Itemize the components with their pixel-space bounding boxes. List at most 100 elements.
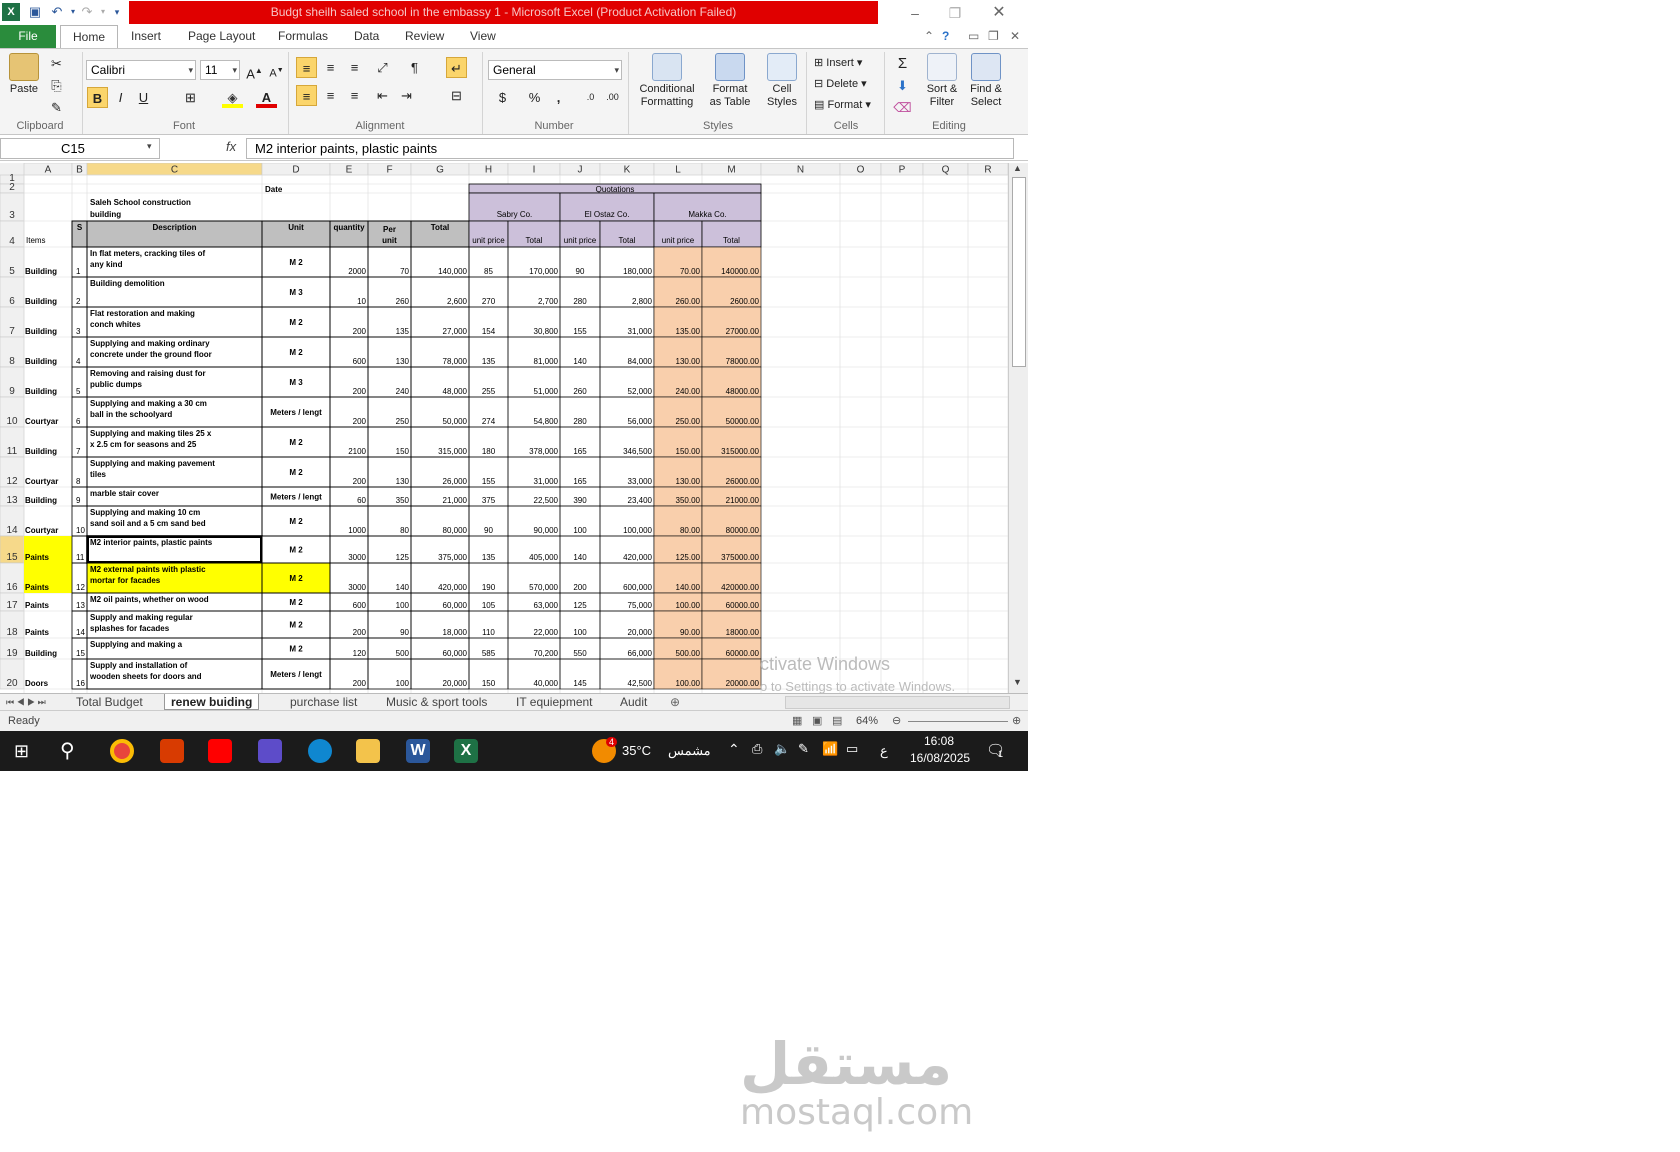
name-box-dropdown-icon[interactable]: ▾ bbox=[147, 141, 152, 152]
paragraph-icon[interactable]: ¶ bbox=[404, 57, 425, 78]
vertical-scroll-thumb[interactable] bbox=[1012, 177, 1026, 367]
horizontal-scrollbar[interactable] bbox=[785, 696, 1010, 709]
excel-icon[interactable]: X bbox=[454, 739, 478, 763]
sort-filter-button[interactable]: Sort & Filter bbox=[922, 53, 962, 109]
input-language[interactable]: ع bbox=[880, 743, 888, 759]
insert-cells-button[interactable]: ⊞ Insert ▾ bbox=[814, 55, 862, 71]
copy-icon[interactable]: ⎘ bbox=[46, 75, 67, 96]
zoom-in-icon[interactable]: ⊕ bbox=[1012, 711, 1021, 731]
clock-time[interactable]: 16:08 bbox=[924, 734, 954, 748]
minimize-icon[interactable]: – bbox=[904, 3, 926, 23]
find-select-button[interactable]: Find & Select bbox=[964, 53, 1008, 109]
pen-icon[interactable]: ✎ bbox=[798, 741, 809, 757]
format-painter-icon[interactable]: ✎ bbox=[46, 97, 67, 118]
help-icon[interactable]: ? bbox=[942, 25, 949, 48]
fill-icon[interactable]: ⬇ bbox=[892, 75, 913, 96]
align-left-icon[interactable]: ≡ bbox=[296, 85, 317, 106]
conditional-formatting-button[interactable]: Conditional Formatting bbox=[634, 53, 700, 109]
search-icon[interactable]: ⚲ bbox=[60, 739, 84, 763]
scroll-down-icon[interactable]: ▼ bbox=[1013, 677, 1022, 687]
tab-view[interactable]: View bbox=[470, 25, 496, 48]
close-icon[interactable]: ✕ bbox=[988, 3, 1010, 23]
name-box[interactable]: C15 bbox=[0, 138, 160, 159]
word-icon[interactable]: W bbox=[406, 739, 430, 763]
file-explorer-icon[interactable] bbox=[356, 739, 380, 763]
zoom-out-icon[interactable]: ⊖ bbox=[892, 711, 901, 731]
clock-date[interactable]: 16/08/2025 bbox=[910, 751, 970, 765]
tab-data[interactable]: Data bbox=[354, 25, 379, 48]
align-top-icon[interactable]: ≡ bbox=[296, 57, 317, 78]
comma-style-icon[interactable]: , bbox=[548, 87, 569, 108]
volume-icon[interactable]: 🔈 bbox=[774, 741, 790, 757]
worksheet-canvas[interactable]: A B C D E F G H I J K L M N O P Q R1234567891011121314151… bbox=[0, 163, 1008, 693]
merge-center-icon[interactable]: ⊟ bbox=[446, 85, 467, 106]
font-name-box[interactable]: Calibri ▾ bbox=[86, 60, 196, 80]
new-sheet-icon[interactable]: ⊕ bbox=[670, 694, 680, 710]
windows-start-icon[interactable]: ⊞ bbox=[14, 739, 38, 763]
chrome-icon[interactable] bbox=[110, 739, 134, 763]
accounting-format-icon[interactable]: $ bbox=[492, 87, 513, 108]
sheet-tab-renew-buiding[interactable]: renew buiding bbox=[164, 694, 260, 710]
paste-button[interactable]: Paste bbox=[6, 53, 42, 96]
workbook-close-icon[interactable]: ✕ bbox=[1010, 25, 1020, 48]
number-format-box[interactable]: General ▾ bbox=[488, 60, 622, 80]
tab-insert[interactable]: Insert bbox=[131, 25, 161, 48]
sheet-nav-icon[interactable]: ⏮ ◀ ▶ ⏭ bbox=[6, 694, 46, 710]
decrease-indent-icon[interactable]: ⇤ bbox=[372, 85, 393, 106]
edge-icon[interactable] bbox=[308, 739, 332, 763]
shrink-font-icon[interactable]: A▼ bbox=[266, 60, 287, 81]
save-icon[interactable]: ▣ bbox=[26, 3, 44, 21]
borders-icon[interactable]: ⊞ bbox=[180, 87, 201, 108]
increase-decimal-icon[interactable]: .0 bbox=[580, 87, 601, 108]
scroll-up-icon[interactable]: ▲ bbox=[1013, 163, 1022, 173]
clear-icon[interactable]: ⌫ bbox=[892, 97, 913, 118]
worksheet-grid[interactable]: A B C D E F G H I J K L M N O P Q R 1 2 3 4 5 6 7 8 9 10 11 12 13 14 15 1… bbox=[0, 163, 1008, 693]
font-size-box[interactable]: 11 ▾ bbox=[200, 60, 240, 80]
office-icon[interactable] bbox=[160, 739, 184, 763]
battery-icon[interactable]: ▭ bbox=[846, 741, 858, 757]
align-center-icon[interactable]: ≡ bbox=[320, 85, 341, 106]
font-color-icon[interactable]: A bbox=[256, 87, 277, 108]
zoom-level[interactable]: 64% bbox=[856, 711, 878, 731]
page-layout-view-icon[interactable]: ▣ bbox=[812, 711, 822, 731]
workbook-restore-icon[interactable]: ❐ bbox=[988, 25, 999, 48]
customize-toolbar-icon[interactable]: ▾ bbox=[108, 3, 126, 21]
ribbon-collapse-icon[interactable]: ⌃ bbox=[924, 25, 934, 48]
insert-function-icon[interactable]: fx bbox=[226, 139, 236, 154]
orientation-icon[interactable]: ⤢ bbox=[372, 57, 393, 78]
cell-styles-button[interactable]: Cell Styles bbox=[760, 53, 804, 109]
percent-icon[interactable]: % bbox=[524, 87, 545, 108]
underline-button[interactable]: U bbox=[133, 87, 154, 108]
autosum-icon[interactable]: Σ bbox=[892, 53, 913, 74]
restore-icon[interactable]: ❐ bbox=[944, 3, 966, 23]
tray-chevron-icon[interactable]: ⌃ bbox=[728, 741, 740, 758]
sheet-tab-music-sport-tools[interactable]: Music & sport tools bbox=[386, 694, 487, 710]
format-as-table-button[interactable]: Format as Table bbox=[702, 53, 758, 109]
sheet-tab-purchase-list[interactable]: purchase list bbox=[290, 694, 357, 710]
normal-view-icon[interactable]: ▦ bbox=[792, 711, 802, 731]
wrap-text-icon[interactable]: ↵ bbox=[446, 57, 467, 78]
bold-button[interactable]: B bbox=[87, 87, 108, 108]
tab-home[interactable]: Home bbox=[60, 25, 119, 48]
grow-font-icon[interactable]: A▲ bbox=[244, 60, 265, 81]
italic-button[interactable]: I bbox=[110, 87, 131, 108]
align-right-icon[interactable]: ≡ bbox=[344, 85, 365, 106]
sheet-tab-it-equiepment[interactable]: IT equiepment bbox=[516, 694, 593, 710]
decrease-decimal-icon[interactable]: .00 bbox=[602, 87, 623, 108]
app-icon[interactable] bbox=[258, 739, 282, 763]
increase-indent-icon[interactable]: ⇥ bbox=[396, 85, 417, 106]
tab-file[interactable]: File bbox=[0, 25, 56, 48]
align-middle-icon[interactable]: ≡ bbox=[320, 57, 341, 78]
camera-icon[interactable]: ⎙ bbox=[752, 741, 762, 757]
tab-page-layout[interactable]: Page Layout bbox=[188, 25, 255, 48]
format-cells-button[interactable]: ▤ Format ▾ bbox=[814, 97, 871, 113]
sheet-tab-total-budget[interactable]: Total Budget bbox=[76, 694, 143, 710]
formula-input[interactable]: M2 interior paints, plastic paints bbox=[246, 138, 1014, 159]
zoom-slider[interactable] bbox=[908, 721, 1008, 722]
delete-cells-button[interactable]: ⊟ Delete ▾ bbox=[814, 76, 867, 92]
cut-icon[interactable]: ✂ bbox=[46, 53, 67, 74]
sheet-tab-audit[interactable]: Audit bbox=[620, 694, 647, 710]
tab-review[interactable]: Review bbox=[405, 25, 444, 48]
workbook-minimize-icon[interactable]: ▭ bbox=[968, 25, 979, 48]
fill-color-icon[interactable]: ◈ bbox=[222, 87, 243, 108]
